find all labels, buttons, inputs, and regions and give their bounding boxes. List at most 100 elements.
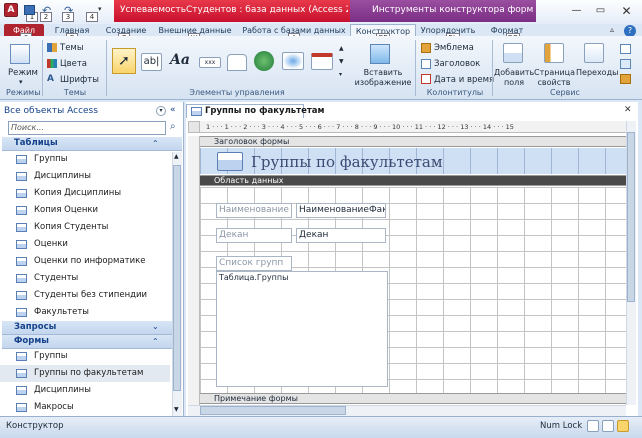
property-sheet-icon[interactable] [544, 43, 564, 63]
nav-table-item[interactable]: Копия Студенты [0, 219, 170, 236]
nav-scroll-thumb[interactable] [173, 165, 181, 391]
section-expand-icon[interactable]: ⌄ [152, 322, 159, 331]
nav-search-placeholder: Поиск... [11, 123, 44, 132]
form-icon [16, 403, 27, 412]
layout-view-icon[interactable] [602, 420, 614, 432]
scroll-up-icon[interactable]: ▲ [174, 153, 179, 160]
table-icon [16, 240, 27, 249]
document-close-icon[interactable]: ✕ [624, 105, 632, 115]
access-icon[interactable]: A [4, 3, 18, 17]
themes-button[interactable]: Темы [60, 43, 84, 53]
nav-title[interactable]: Все объекты Access [4, 106, 98, 116]
nav-table-item[interactable]: Копия Дисциплины [0, 185, 170, 202]
nav-table-item[interactable]: Оценки по информатике [0, 253, 170, 270]
form-title-label[interactable]: Группы по факультетам [251, 153, 443, 171]
nav-table-item[interactable]: Студенты без стипендии [0, 287, 170, 304]
field-dean[interactable]: Декан [296, 228, 386, 243]
colors-button[interactable]: Цвета [60, 59, 87, 69]
form-view-icon[interactable] [587, 420, 599, 432]
tab-control-icon[interactable] [227, 54, 247, 71]
undo-icon[interactable]: ↶ [42, 4, 51, 17]
field-name[interactable]: НаименованиеФак [296, 203, 386, 218]
view-mode-button[interactable]: Режим [8, 68, 38, 78]
nav-forms-list: Группы Группы по факультетам Дисциплины … [0, 348, 184, 416]
subform-icon[interactable] [620, 44, 631, 54]
property-sheet-button[interactable]: Страница свойств [534, 68, 575, 88]
fonts-button[interactable]: Шрифты [60, 75, 99, 85]
controls-more-icon[interactable]: ▾ [339, 71, 342, 78]
datetime-button[interactable]: Дата и время [434, 75, 494, 85]
subform-groups[interactable] [216, 271, 388, 387]
nav-form-item[interactable]: Макросы [0, 399, 170, 416]
nav-table-item[interactable]: Группы [0, 151, 170, 168]
nav-table-item[interactable]: Дисциплины [0, 168, 170, 185]
table-icon [16, 291, 27, 300]
nav-table-item[interactable]: Студенты [0, 270, 170, 287]
hyperlink-control-icon[interactable] [254, 51, 274, 71]
qat-keytip-4: 4 [86, 12, 98, 22]
table-icon [16, 257, 27, 266]
save-icon[interactable] [24, 5, 35, 15]
form-icon [16, 352, 27, 361]
redo-icon[interactable]: ↷ [64, 4, 73, 17]
tab-order-icon[interactable] [584, 43, 604, 63]
title-button[interactable]: Заголовок [434, 59, 480, 69]
button-control-icon[interactable]: xxx [199, 57, 221, 68]
close-button[interactable]: ✕ [618, 4, 635, 18]
search-icon[interactable]: ⌕ [170, 121, 176, 132]
tab-order-button[interactable]: Переходы [576, 68, 618, 77]
convert-macros-icon[interactable] [620, 74, 631, 84]
document-tab[interactable]: Группы по факультетам [186, 104, 325, 118]
nav-tables-list: Группы Дисциплины Копия Дисциплины Копия… [0, 151, 184, 321]
add-fields-icon[interactable] [503, 43, 523, 63]
nav-table-item[interactable]: Оценки [0, 236, 170, 253]
colors-icon [47, 59, 57, 68]
ribbon-minimize-icon[interactable]: ▵ [610, 25, 614, 34]
view-mode-dropdown-icon[interactable]: ▾ [19, 78, 23, 86]
nav-form-item[interactable]: Дисциплины [0, 382, 170, 399]
logo-button[interactable]: Эмблема [434, 43, 474, 53]
nav-form-item[interactable]: Группы [0, 348, 170, 365]
label-dean[interactable]: Декан [216, 228, 292, 243]
maximize-button[interactable]: ▭ [592, 4, 609, 18]
nav-table-item[interactable]: Копия Оценки [0, 202, 170, 219]
group-label-controls: Элементы управления [189, 88, 285, 97]
select-pointer-icon[interactable]: ➚ [112, 48, 136, 74]
view-code-icon[interactable] [620, 59, 631, 69]
controls-scroll-up-icon[interactable]: ▲ [339, 45, 344, 52]
window-title: УспеваемостьСтудентов : база данных (Acc… [120, 5, 348, 15]
textbox-control-icon[interactable]: ab| [141, 53, 162, 71]
section-collapse-icon[interactable]: ⌃ [152, 139, 159, 148]
group-separator [415, 40, 416, 96]
ruler-corner[interactable] [188, 121, 200, 133]
scroll-down-icon[interactable]: ▼ [174, 406, 179, 413]
form-footer-section-label: Примечание формы [214, 394, 298, 403]
nav-form-item-selected[interactable]: Группы по факультетам [0, 365, 170, 382]
table-icon [16, 206, 27, 215]
controls-scroll-down-icon[interactable]: ▼ [339, 58, 344, 65]
fonts-icon: A [47, 74, 54, 84]
vertical-scroll-thumb[interactable] [627, 132, 635, 302]
section-collapse-icon[interactable]: ⌃ [152, 337, 159, 346]
qat-customize-icon[interactable]: ▾ [98, 5, 102, 13]
label-name[interactable]: Наименование [216, 203, 292, 218]
add-fields-button[interactable]: Добавить поля [494, 68, 534, 88]
minimize-button[interactable]: — [568, 4, 585, 18]
design-view-icon[interactable] [617, 420, 629, 432]
view-mode-icon[interactable] [10, 44, 30, 64]
insert-image-button[interactable]: Вставить изображение [352, 68, 414, 88]
insert-image-icon[interactable] [370, 44, 390, 64]
group-separator [492, 40, 493, 96]
table-icon [16, 189, 27, 198]
horizontal-scroll-thumb[interactable] [200, 406, 346, 415]
logo-icon [421, 43, 431, 53]
form-logo-icon[interactable] [217, 152, 243, 171]
form-tab-icon [191, 107, 202, 116]
web-browser-control-icon[interactable] [282, 52, 304, 70]
nav-collapse-icon[interactable]: « [170, 105, 176, 115]
nav-table-item[interactable]: Факультеты [0, 304, 170, 321]
nav-menu-dropdown-icon[interactable]: ▾ [156, 106, 166, 116]
navigation-control-icon[interactable] [311, 53, 333, 70]
label-groups-list[interactable]: Список групп [216, 256, 292, 271]
label-control-icon[interactable]: Aa [170, 52, 190, 68]
